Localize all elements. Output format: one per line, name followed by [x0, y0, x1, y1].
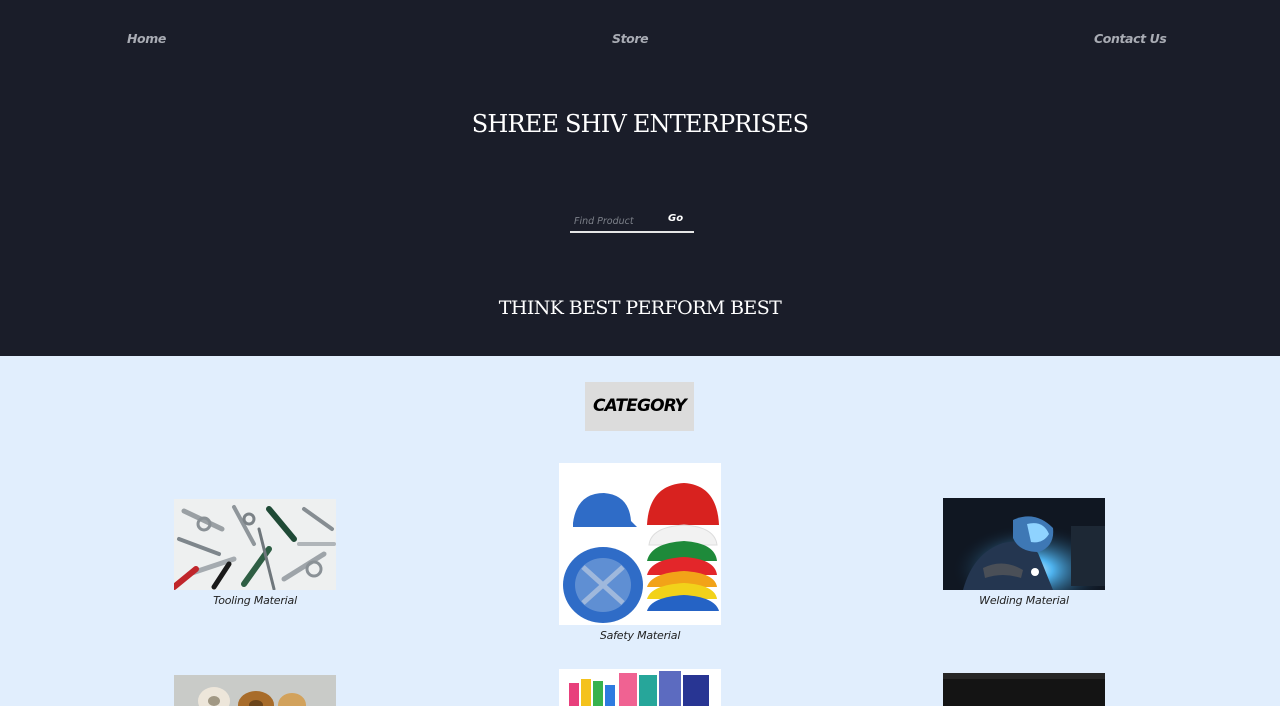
tagline: THINK BEST PERFORM BEST: [498, 297, 782, 319]
dark-product-image[interactable]: [943, 673, 1105, 706]
welding-material-label[interactable]: Welding Material: [943, 594, 1105, 607]
nav-home-link[interactable]: Home: [127, 31, 166, 46]
safety-material-label[interactable]: Safety Material: [559, 629, 721, 642]
tooling-material-label[interactable]: Tooling Material: [174, 594, 336, 607]
nav-store-link[interactable]: Store: [612, 31, 649, 46]
welding-material-image[interactable]: [943, 498, 1105, 590]
nav-contact-link[interactable]: Contact Us: [1094, 31, 1167, 46]
tape-material-image[interactable]: [174, 675, 336, 706]
search-form: Go: [570, 210, 694, 233]
tooling-material-image[interactable]: [174, 499, 336, 590]
hero-section: Home Store Contact Us SHREE SHIV ENTERPR…: [0, 0, 1280, 356]
search-input[interactable]: [574, 213, 662, 229]
search-go-button[interactable]: Go: [668, 213, 683, 224]
site-title: SHREE SHIV ENTERPRISES: [471, 110, 809, 138]
category-heading: CATEGORY: [585, 382, 694, 431]
safety-material-image[interactable]: [559, 463, 721, 625]
stationery-material-image[interactable]: [559, 669, 721, 706]
